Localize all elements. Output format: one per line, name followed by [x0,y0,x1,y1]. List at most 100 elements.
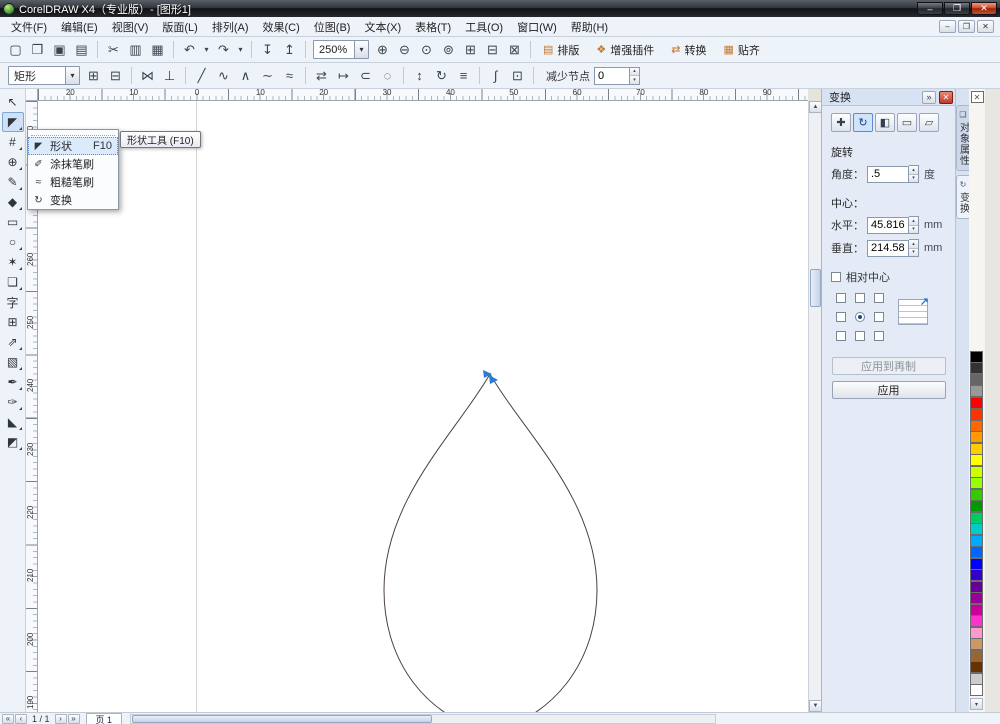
curve-object[interactable] [384,374,597,712]
palette-swatch[interactable] [970,581,983,593]
zoom-in-icon[interactable]: ⊕ [372,39,393,60]
rotation-anchor-2[interactable] [874,293,884,303]
undo-icon[interactable]: ↶ [179,39,200,60]
page-tab[interactable]: 页 1 [86,713,123,724]
palette-swatch[interactable] [970,454,983,466]
spin-down-icon[interactable] [909,225,918,234]
rotation-anchor-3[interactable] [836,312,846,322]
palette-swatch[interactable] [970,569,983,581]
rotation-anchor-4[interactable] [855,312,865,322]
zoom-page-width-icon[interactable]: ⊟ [482,39,503,60]
join-nodes-icon[interactable]: ⋈ [137,65,158,86]
palette-swatch[interactable] [970,535,983,547]
window-minimize-button[interactable]: – [917,2,943,15]
apply-to-duplicate-button[interactable]: 应用到再制 [832,357,946,375]
document-restore-button[interactable]: ❐ [958,20,975,33]
menu-item-edit[interactable]: 编辑(E) [54,17,105,37]
save-icon[interactable]: ▣ [49,39,70,60]
menu-item-table[interactable]: 表格(T) [408,17,458,37]
blend-tool[interactable]: ▧ [2,352,24,372]
relative-center-checkbox[interactable] [831,272,841,282]
palette-swatch[interactable] [970,351,983,363]
spin-down-icon[interactable] [630,75,639,84]
palette-scroll-down-icon[interactable] [970,698,983,710]
zoom-selected-icon[interactable]: ⊙ [416,39,437,60]
basic-shapes-tool[interactable]: ❏ [2,272,24,292]
palette-swatch[interactable] [970,673,983,685]
zoom-page-icon[interactable]: ⊞ [460,39,481,60]
smart-fill-tool[interactable]: ◆ [2,192,24,212]
vertical-spinner[interactable] [909,239,919,257]
redo-list-icon[interactable]: ▾ [235,39,246,60]
no-color-swatch[interactable] [971,91,984,103]
zoom-tool[interactable]: ⊕ [2,152,24,172]
palette-swatch[interactable] [970,385,983,397]
page-nav-first-page[interactable]: « [2,714,14,724]
palette-swatch[interactable] [970,420,983,432]
menu-item-layout[interactable]: 版面(L) [155,17,204,37]
palette-swatch[interactable] [970,546,983,558]
palette-swatch[interactable] [970,558,983,570]
outline-pen-tool[interactable]: ✑ [2,392,24,412]
shape-preset-arrow-icon[interactable] [65,67,79,84]
rotation-anchor-0[interactable] [836,293,846,303]
menu-item-text[interactable]: 文本(X) [357,17,408,37]
freehand-tool[interactable]: ✎ [2,172,24,192]
docker-collapse-icon[interactable]: » [922,91,936,104]
open-icon[interactable]: ❒ [27,39,48,60]
rotation-anchor-8[interactable] [874,331,884,341]
palette-swatch[interactable] [970,512,983,524]
menu-item-arrange[interactable]: 排列(A) [205,17,256,37]
transform-mode-skew[interactable]: ▱ [919,113,939,132]
flyout-item-roughen-brush[interactable]: ≈粗糙笔刷 [28,173,118,191]
spin-up-icon[interactable] [630,68,639,76]
reverse-direction-icon[interactable]: ⇄ [311,65,332,86]
extract-subpath-icon[interactable]: ⊂ [355,65,376,86]
palette-swatch[interactable] [970,523,983,535]
polygon-tool[interactable]: ✶ [2,252,24,272]
reduce-nodes-spinner[interactable] [630,67,640,85]
import-icon[interactable]: ↧ [257,39,278,60]
palette-swatch[interactable] [970,615,983,627]
menu-item-window[interactable]: 窗口(W) [510,17,564,37]
flyout-grip[interactable] [31,130,115,136]
to-line-icon[interactable]: ╱ [191,65,212,86]
palette-swatch[interactable] [970,592,983,604]
palette-swatch[interactable] [970,500,983,512]
angle-input[interactable] [867,166,909,183]
node-direction-arrow[interactable] [489,375,498,384]
vertical-scrollbar[interactable]: ▲ ▼ [808,101,821,712]
palette-swatch[interactable] [970,431,983,443]
add-node-icon[interactable]: ⊞ [83,65,104,86]
transform-mode-rotation[interactable]: ↻ [853,113,873,132]
document-minimize-button[interactable]: – [939,20,956,33]
text-tool[interactable]: 字 [2,292,24,312]
spin-down-icon[interactable] [909,248,918,257]
to-curve-icon[interactable]: ∿ [213,65,234,86]
palette-swatch[interactable] [970,604,983,616]
menu-item-help[interactable]: 帮助(H) [564,17,615,37]
close-curve-icon[interactable]: ◌ [377,65,398,86]
eyedropper-tool[interactable]: ✒ [2,372,24,392]
rotate-nodes-icon[interactable]: ↻ [431,65,452,86]
select-all-nodes-icon[interactable]: ⊡ [507,65,528,86]
flyout-item-transform[interactable]: ↻变换 [28,191,118,209]
palette-swatch[interactable] [970,443,983,455]
docker-tab-object-properties[interactable]: ❏对象属性 [956,105,970,171]
palette-swatch[interactable] [970,397,983,409]
snap-button[interactable]: ▦贴齐 [716,39,768,60]
zoom-page-height-icon[interactable]: ⊠ [504,39,525,60]
crop-tool[interactable]: # [2,132,24,152]
elastic-mode-icon[interactable]: ∫ [485,65,506,86]
layout-app-button[interactable]: ▤排版 [535,39,587,60]
rotation-anchor-6[interactable] [836,331,846,341]
horizontal-center-input[interactable] [867,217,909,234]
palette-swatch[interactable] [970,489,983,501]
zoom-combo-arrow-icon[interactable] [354,41,368,58]
page-nav-prev-page[interactable]: ‹ [15,714,27,724]
menu-item-tools[interactable]: 工具(O) [458,17,510,37]
zoom-all-objects-icon[interactable]: ⊚ [438,39,459,60]
palette-swatch[interactable] [970,362,983,374]
palette-swatch[interactable] [970,408,983,420]
page-nav-next-page[interactable]: › [55,714,67,724]
